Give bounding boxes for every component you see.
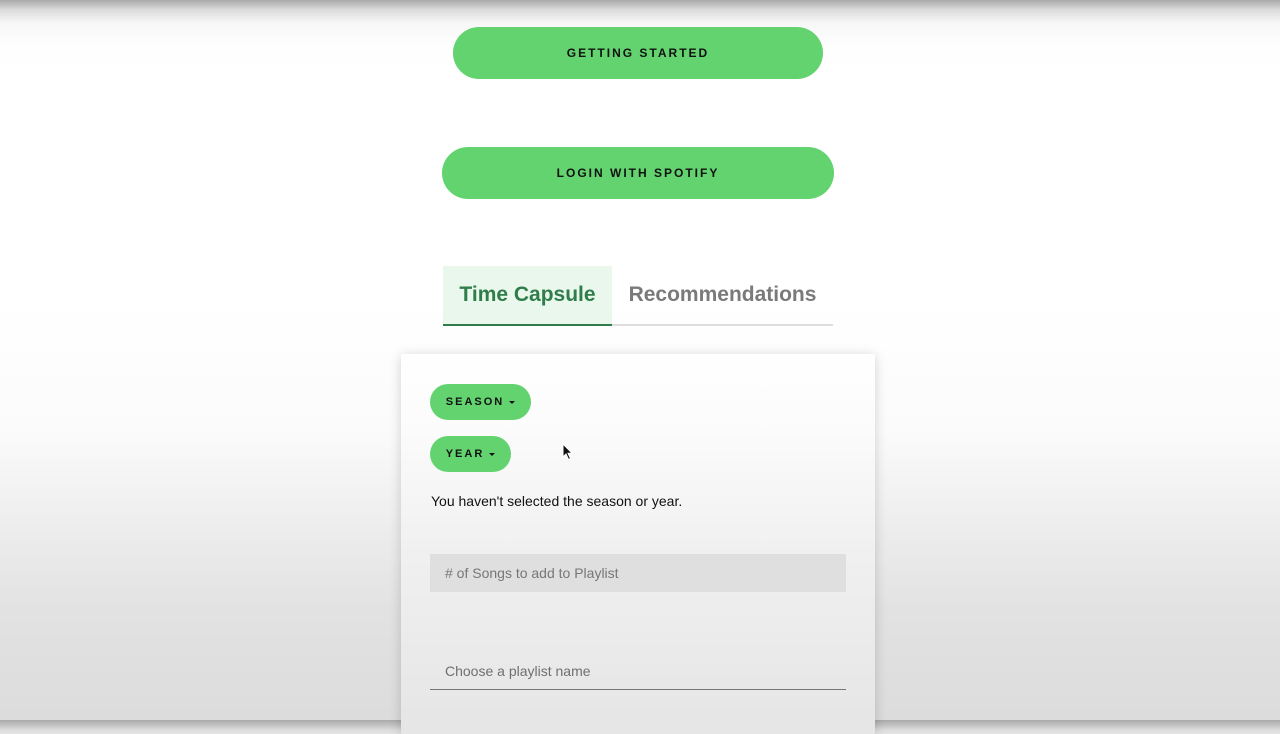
login-with-spotify-button[interactable]: LOGIN WITH SPOTIFY [442, 147, 834, 199]
getting-started-button[interactable]: GETTING STARTED [453, 27, 823, 79]
year-dropdown-button[interactable]: YEAR [430, 436, 511, 472]
tab-recommendations[interactable]: Recommendations [612, 266, 833, 324]
tab-bar: Time Capsule Recommendations [443, 266, 833, 326]
playlist-name-input[interactable] [430, 652, 846, 690]
season-dropdown-button[interactable]: SEASON [430, 384, 531, 420]
tab-time-capsule[interactable]: Time Capsule [443, 266, 612, 326]
caret-down-icon [509, 400, 516, 404]
caret-down-icon [489, 452, 496, 456]
time-capsule-panel: SEASON YEAR You haven't selected the sea… [401, 354, 875, 734]
season-dropdown-label: SEASON [445, 396, 505, 408]
song-count-input[interactable] [430, 554, 846, 592]
year-dropdown-label: YEAR [445, 448, 485, 460]
selection-status-message: You haven't selected the season or year. [431, 493, 683, 509]
